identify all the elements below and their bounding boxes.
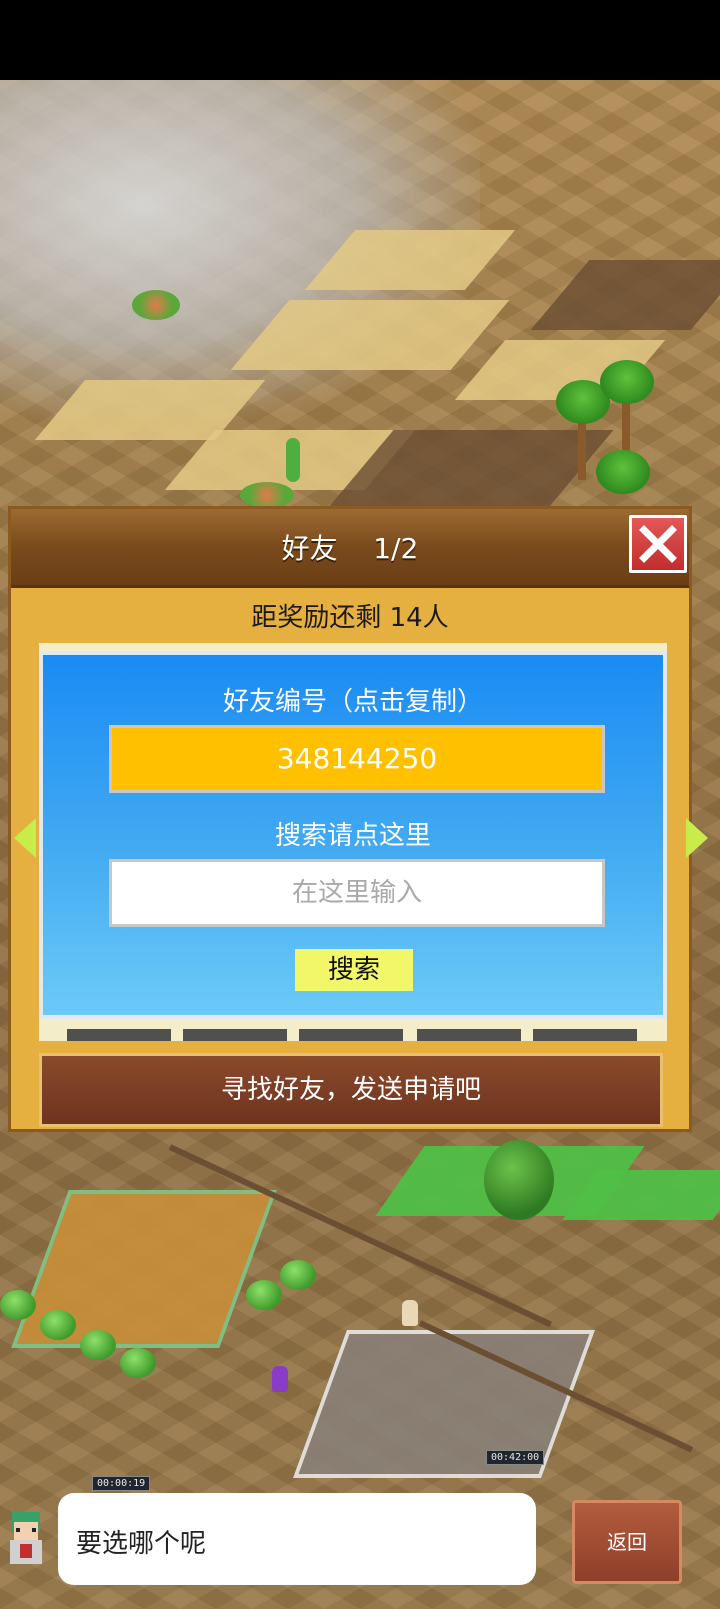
friend-id-label: 好友编号（点击复制） — [222, 687, 483, 717]
friend-search-panel: 好友编号（点击复制） 348144250 搜索请点这里 在这里输入 搜索 — [39, 651, 667, 1019]
slot-strip — [67, 1029, 171, 1041]
dirt-patch — [530, 260, 720, 330]
slot-strip — [533, 1029, 637, 1041]
close-button[interactable] — [629, 515, 687, 573]
tree — [484, 1140, 554, 1220]
shrub — [80, 1330, 116, 1360]
palm-tree — [596, 450, 650, 510]
arrow-left-icon[interactable] — [14, 818, 36, 858]
shrub — [40, 1310, 76, 1340]
search-input[interactable]: 在这里输入 — [109, 859, 605, 927]
slot-strip — [183, 1029, 287, 1041]
arrow-right-icon[interactable] — [686, 818, 708, 858]
advisor-avatar — [10, 1512, 42, 1564]
shrub — [120, 1348, 156, 1378]
slot-strip — [299, 1029, 403, 1041]
dialog-header: 好友 1/2 — [11, 509, 689, 588]
shrub — [0, 1290, 36, 1320]
friend-id-copy-button[interactable]: 348144250 — [109, 725, 605, 793]
slot-strip — [417, 1029, 521, 1041]
storage-room[interactable] — [293, 1330, 595, 1478]
dialog-title: 好友 1/2 — [11, 527, 689, 567]
cactus — [286, 438, 300, 482]
back-button[interactable]: 返回 — [572, 1500, 682, 1584]
message-text: 要选哪个呢 — [76, 1529, 207, 1559]
reward-remaining-text: 距奖励还剩 14人 — [251, 603, 449, 633]
search-button[interactable]: 搜索 — [295, 949, 413, 991]
timer-badge: 00:00:19 — [92, 1476, 151, 1491]
timer-badge: 00:42:00 — [486, 1450, 545, 1465]
message-bubble: 要选哪个呢 — [58, 1493, 536, 1585]
status-bar — [0, 0, 720, 80]
adventurer-npc[interactable] — [402, 1300, 418, 1326]
dialog-title-label: 好友 — [281, 532, 338, 565]
search-label: 搜索请点这里 — [274, 821, 431, 851]
flower-bush — [240, 482, 294, 508]
page-indicator: 1/2 — [373, 532, 419, 565]
close-x-icon — [639, 525, 677, 563]
friends-dialog: 好友 1/2 距奖励还剩 14人 好友编号（点击复制） 348144250 搜索… — [8, 506, 692, 1132]
flower-bush — [132, 290, 180, 320]
shrub — [246, 1280, 282, 1310]
shrub — [280, 1260, 316, 1290]
find-friends-banner: 寻找好友，发送申请吧 — [39, 1053, 663, 1127]
mage-npc[interactable] — [272, 1366, 288, 1392]
